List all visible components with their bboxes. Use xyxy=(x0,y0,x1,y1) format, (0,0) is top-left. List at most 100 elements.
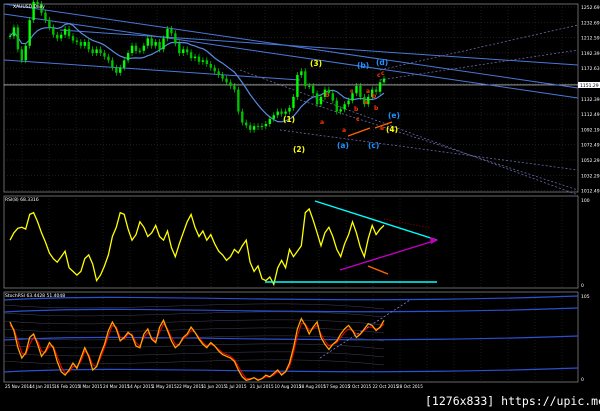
candle-body xyxy=(339,109,342,112)
candle-body xyxy=(193,56,197,59)
time-tick-label: 21 Jul 2015 xyxy=(250,384,274,389)
time-tick-label: 17 Sep 2015 xyxy=(324,384,351,389)
candle-body xyxy=(268,118,272,124)
time-tick-label: 1 May 2015 xyxy=(152,384,177,389)
candle-body xyxy=(115,67,118,73)
candle-body xyxy=(343,104,346,110)
candle-body xyxy=(201,60,205,62)
candle-body xyxy=(174,33,177,44)
candle-body xyxy=(221,74,224,79)
candle-body xyxy=(241,111,244,123)
candle-body xyxy=(260,126,264,127)
wave-label: b xyxy=(325,92,330,99)
candle-body xyxy=(225,78,228,83)
candle-body xyxy=(296,74,299,97)
time-tick-label: 14 Apr 2015 xyxy=(128,384,154,389)
time-tick-label: 11 Jun 2015 xyxy=(201,384,227,389)
wave-label: (b) xyxy=(357,61,369,70)
candle-body xyxy=(138,50,142,52)
candle-body xyxy=(130,45,134,54)
wave-label: a xyxy=(364,99,368,106)
wave-label: (d) xyxy=(376,58,388,67)
candle-body xyxy=(331,93,335,101)
candle-body xyxy=(197,56,201,62)
candle-body xyxy=(319,96,323,105)
wave-label: b xyxy=(374,105,379,112)
price-tick-label: 1232.69 xyxy=(581,20,600,26)
wave-label: (2) xyxy=(293,145,305,154)
price-tick-label: 1052.29 xyxy=(581,158,600,164)
candle-body xyxy=(8,36,12,37)
time-tick-label: 24 Mar 2015 xyxy=(103,384,130,389)
time-tick-label: 16 Feb 2015 xyxy=(54,384,80,389)
candle-body xyxy=(355,85,358,94)
candle-body xyxy=(256,126,260,127)
candle-body xyxy=(16,27,20,50)
time-tick-label: 22 May 2015 xyxy=(177,384,205,389)
candle-body xyxy=(229,82,232,86)
chart-title: XAUUSD,Daily xyxy=(13,4,45,10)
candle-body xyxy=(162,38,165,50)
wave-label: c xyxy=(381,70,385,77)
candle-body xyxy=(67,28,71,37)
wave-label: (e) xyxy=(388,111,400,120)
wave-label: (4) xyxy=(386,125,398,134)
price-tick-label: 1212.59 xyxy=(581,36,600,42)
candle-body xyxy=(126,53,130,61)
rsi-label: RSI(8) 68.3316 xyxy=(5,197,39,203)
stoch-label: StochRSI 63.4428 51.4048 xyxy=(5,293,65,299)
wave-label: b xyxy=(372,93,377,100)
candle-body xyxy=(71,36,75,41)
price-tick-label: 1172.63 xyxy=(581,66,600,72)
candle-body xyxy=(59,34,63,39)
wave-label: a xyxy=(342,127,346,134)
rsi-bottom-tick: 0 xyxy=(581,283,584,289)
candle-body xyxy=(99,49,102,54)
candle-body xyxy=(288,107,291,112)
candle-body xyxy=(233,85,236,90)
time-tick-label: 28 Aug 2015 xyxy=(299,384,326,389)
price-tick-label: 1012.49 xyxy=(581,189,600,195)
candle-body xyxy=(122,60,126,68)
candle-body xyxy=(280,111,283,114)
candle-body xyxy=(28,20,31,46)
wave-label: a xyxy=(320,119,324,126)
time-tick-label: 14 Jan 2015 xyxy=(30,384,55,389)
time-tick-label: 1 Jul 2015 xyxy=(226,384,247,389)
candle-body xyxy=(205,60,209,64)
candle-body xyxy=(154,42,157,46)
current-price-label: 1151.29 xyxy=(580,83,599,89)
wave-label: (3) xyxy=(310,59,322,68)
price-tick-label: 1092.19 xyxy=(581,127,600,133)
candle-body xyxy=(382,78,386,83)
price-tick-label: 1132.39 xyxy=(581,97,600,103)
candle-body xyxy=(178,43,181,54)
candle-body xyxy=(217,71,220,75)
price-tick-label: 1252.69 xyxy=(581,5,600,11)
time-tick-label: 22 Oct 2015 xyxy=(373,384,399,389)
candle-body xyxy=(134,45,138,51)
candle-body xyxy=(91,49,94,54)
candle-body xyxy=(378,82,382,92)
candle-body xyxy=(315,93,319,105)
candle-body xyxy=(36,1,39,4)
candle-body xyxy=(52,27,55,35)
price-tick-label: 1112.49 xyxy=(581,112,600,118)
chart-background xyxy=(0,0,600,411)
candle-body xyxy=(264,123,268,127)
candle-body xyxy=(304,71,307,86)
candle-body xyxy=(308,85,311,87)
price-tick-label: 1192.39 xyxy=(581,51,600,57)
candle-body xyxy=(284,111,287,114)
time-tick-label: 10 Aug 2015 xyxy=(275,384,302,389)
candle-body xyxy=(252,126,256,130)
candle-body xyxy=(79,42,83,46)
candle-body xyxy=(311,85,315,94)
wave-label: (a) xyxy=(337,141,349,150)
candle-body xyxy=(182,49,185,54)
candle-body xyxy=(237,89,240,112)
stoch-bottom-tick: 0 xyxy=(581,377,584,383)
price-tick-label: 1032.29 xyxy=(581,173,600,179)
wave-label: (c) xyxy=(368,141,379,150)
candle-body xyxy=(142,45,146,51)
